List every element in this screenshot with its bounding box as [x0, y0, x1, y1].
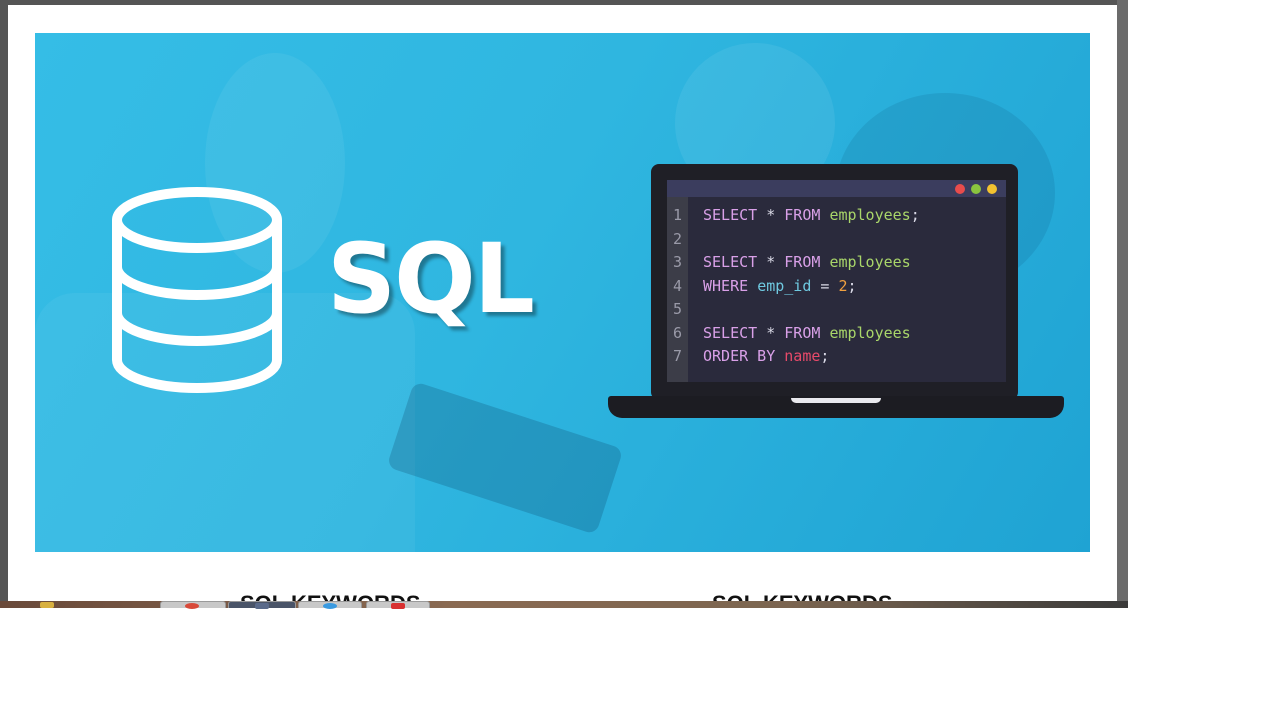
code-token: *: [757, 206, 785, 224]
code-text: WHERE emp_id = 2;: [703, 275, 857, 297]
browser-icon: [185, 603, 199, 609]
line-number: 3: [673, 253, 683, 271]
taskbar-start[interactable]: [0, 601, 80, 608]
code-token: 2: [838, 276, 848, 295]
close-dot-icon: [955, 184, 965, 194]
code-line: 3 SELECT * FROM employees: [667, 251, 1006, 273]
window-icon: [255, 603, 269, 609]
code-text: SELECT * FROM employees;: [703, 204, 920, 226]
ie-icon: [323, 603, 337, 609]
folder-icon: [40, 602, 54, 608]
code-token: =: [811, 276, 839, 295]
taskbar-item-chrome[interactable]: [160, 601, 226, 609]
code-token: *: [757, 253, 785, 271]
taskbar: [0, 601, 1128, 609]
code-token: ;: [820, 347, 830, 365]
line-number: 5: [673, 300, 683, 318]
code-text: SELECT * FROM employees: [703, 251, 911, 273]
laptop-base: [608, 396, 1064, 418]
code-editor: 1 SELECT * FROM employees; 2 3 SELECT * FROM…: [667, 180, 1006, 382]
code-text: SELECT * FROM employees: [703, 322, 911, 344]
code-token: FROM: [784, 206, 821, 224]
code-token: *: [757, 323, 785, 342]
code-line: 5: [667, 298, 1006, 320]
code-token: WHERE: [703, 276, 749, 295]
taskbar-item-ie[interactable]: [298, 601, 362, 609]
code-token: SELECT: [703, 323, 758, 342]
code-line: 6 SELECT * FROM employees: [667, 322, 1006, 344]
caption-left: SQL KEYWORDS: [240, 585, 421, 601]
sql-banner-image: SQL 1 SELECT * FROM employees; 2 3 SELECT * …: [35, 33, 1090, 552]
laptop-notch: [791, 398, 881, 403]
line-number: 1: [673, 206, 683, 224]
database-icon: [112, 187, 282, 393]
code-token: ;: [847, 276, 857, 295]
line-number: 4: [673, 276, 683, 295]
minimize-dot-icon: [987, 184, 997, 194]
line-number: 2: [673, 229, 683, 248]
code-token: ORDER BY: [703, 347, 776, 365]
pdf-icon: [391, 603, 405, 609]
sql-logo-text: SQL: [327, 223, 535, 335]
taskbar-item-pdf[interactable]: [366, 601, 430, 609]
code-line: 4 WHERE emp_id = 2;: [667, 275, 1006, 297]
code-token: employees: [829, 253, 911, 271]
code-line: 7 ORDER BY name;: [667, 345, 1006, 367]
page-canvas: SQL 1 SELECT * FROM employees; 2 3 SELECT * …: [8, 5, 1117, 601]
background-keyboard-shape: [386, 381, 624, 535]
code-token: emp_id: [757, 276, 812, 295]
editor-titlebar: [667, 180, 1006, 197]
code-line: 1 SELECT * FROM employees;: [667, 204, 1006, 226]
laptop-screen: 1 SELECT * FROM employees; 2 3 SELECT * FROM…: [651, 164, 1018, 400]
code-token: FROM: [784, 323, 821, 342]
code-text: ORDER BY name;: [703, 345, 829, 367]
code-token: FROM: [784, 253, 821, 271]
code-token: employees: [829, 323, 911, 342]
code-token: SELECT: [703, 253, 758, 271]
window-scrollbar[interactable]: [1117, 0, 1128, 601]
code-token: SELECT: [703, 206, 758, 224]
code-token: employees: [829, 206, 911, 224]
line-number: 7: [673, 347, 683, 365]
taskbar-item-app[interactable]: [228, 601, 296, 609]
code-token: ;: [910, 206, 920, 224]
maximize-dot-icon: [971, 184, 981, 194]
code-token: name: [784, 347, 821, 365]
line-number: 6: [673, 323, 683, 342]
caption-right: SQL KEYWORDS: [712, 585, 893, 601]
image-viewer-window: SQL 1 SELECT * FROM employees; 2 3 SELECT * …: [0, 0, 1128, 601]
code-line: 2: [667, 228, 1006, 250]
